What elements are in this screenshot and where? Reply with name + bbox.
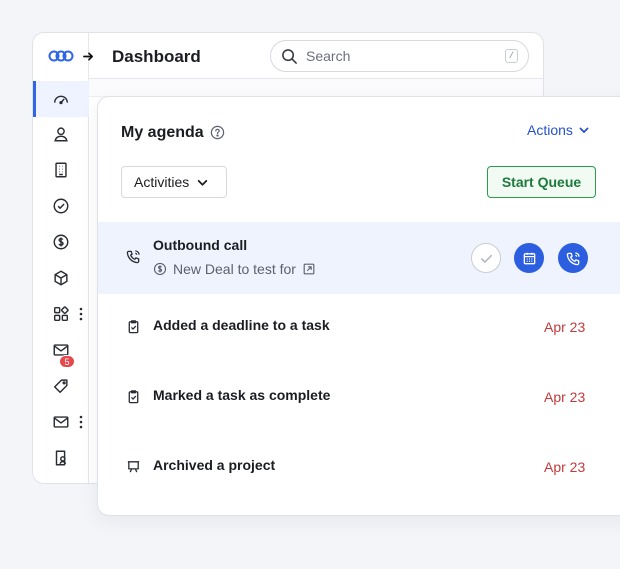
agenda-card: My agenda Actions Activities Start Queue… bbox=[97, 96, 620, 516]
dollar-circle-icon bbox=[53, 234, 69, 250]
phone-call-icon bbox=[126, 250, 140, 264]
sidebar-item-contacts-book[interactable] bbox=[33, 440, 89, 476]
agenda-row-outbound-call[interactable]: Outbound call New Deal to test for bbox=[98, 222, 620, 294]
clipboard-check-icon bbox=[128, 390, 139, 404]
logo-icon[interactable] bbox=[48, 49, 74, 63]
search-icon bbox=[282, 49, 297, 64]
row-title: Outbound call bbox=[153, 237, 248, 253]
tag-icon bbox=[53, 379, 68, 394]
call-button[interactable] bbox=[558, 243, 588, 273]
row-date: Apr 23 bbox=[544, 319, 586, 335]
phone-call-icon bbox=[566, 251, 580, 265]
row-date: Apr 23 bbox=[544, 389, 586, 405]
inbox-icon bbox=[53, 416, 69, 428]
presentation-board-icon bbox=[127, 461, 140, 473]
search-shortcut-key: / bbox=[505, 49, 518, 63]
chevron-down-icon bbox=[579, 127, 589, 133]
sidebar-item-campaigns[interactable] bbox=[33, 368, 89, 404]
row-subtitle: New Deal to test for bbox=[153, 261, 316, 277]
mark-done-button[interactable] bbox=[471, 243, 501, 273]
search-box[interactable]: / bbox=[270, 40, 529, 72]
cube-icon bbox=[54, 270, 68, 286]
sidebar-item-deals[interactable] bbox=[33, 224, 89, 260]
person-icon bbox=[54, 127, 68, 142]
inbox-kebab-icon[interactable] bbox=[79, 415, 83, 429]
building-icon bbox=[55, 162, 67, 178]
activities-filter-dropdown[interactable]: Activities bbox=[121, 166, 227, 198]
row-title: Archived a project bbox=[153, 457, 276, 473]
agenda-row-archived-project[interactable]: Archived a project Apr 23 bbox=[98, 435, 620, 507]
sidebar: 5 bbox=[33, 33, 93, 483]
calendar-icon bbox=[523, 252, 535, 264]
actions-label: Actions bbox=[527, 122, 573, 138]
content-strip bbox=[89, 79, 543, 97]
logo-row bbox=[33, 33, 88, 79]
dollar-circle-icon bbox=[153, 262, 167, 276]
sidebar-item-dashboard[interactable] bbox=[33, 81, 89, 117]
row-date: Apr 23 bbox=[544, 459, 586, 475]
check-circle-icon bbox=[53, 198, 69, 214]
chevron-down-icon bbox=[198, 179, 208, 186]
activities-filter-label: Activities bbox=[134, 174, 190, 190]
sidebar-item-contacts[interactable] bbox=[33, 116, 89, 152]
top-bar: Dashboard / bbox=[89, 33, 543, 79]
sidebar-item-tasks[interactable] bbox=[33, 188, 89, 224]
apps-grid-icon bbox=[53, 306, 69, 322]
help-icon[interactable] bbox=[210, 125, 225, 140]
row-title: Marked a task as complete bbox=[153, 387, 331, 403]
agenda-title: My agenda bbox=[121, 124, 204, 141]
open-external-icon[interactable] bbox=[302, 262, 316, 276]
sidebar-item-organizations[interactable] bbox=[33, 152, 89, 188]
start-queue-button[interactable]: Start Queue bbox=[487, 166, 596, 198]
actions-dropdown[interactable]: Actions bbox=[527, 122, 589, 138]
clipboard-check-icon bbox=[128, 320, 139, 334]
linked-deal-name[interactable]: New Deal to test for bbox=[173, 261, 296, 277]
sidebar-item-products[interactable] bbox=[33, 260, 89, 296]
inbox-count-badge: 5 bbox=[59, 355, 75, 368]
apps-kebab-icon[interactable] bbox=[79, 307, 83, 321]
speedometer-icon bbox=[53, 95, 69, 105]
search-input[interactable] bbox=[306, 46, 486, 66]
agenda-row-task-complete[interactable]: Marked a task as complete Apr 23 bbox=[98, 365, 620, 437]
row-title: Added a deadline to a task bbox=[153, 317, 330, 333]
checkmark-icon bbox=[480, 254, 492, 263]
contacts-book-icon bbox=[55, 450, 67, 466]
agenda-row-deadline[interactable]: Added a deadline to a task Apr 23 bbox=[98, 295, 620, 367]
schedule-button[interactable] bbox=[514, 243, 544, 273]
page-title: Dashboard bbox=[112, 47, 201, 66]
